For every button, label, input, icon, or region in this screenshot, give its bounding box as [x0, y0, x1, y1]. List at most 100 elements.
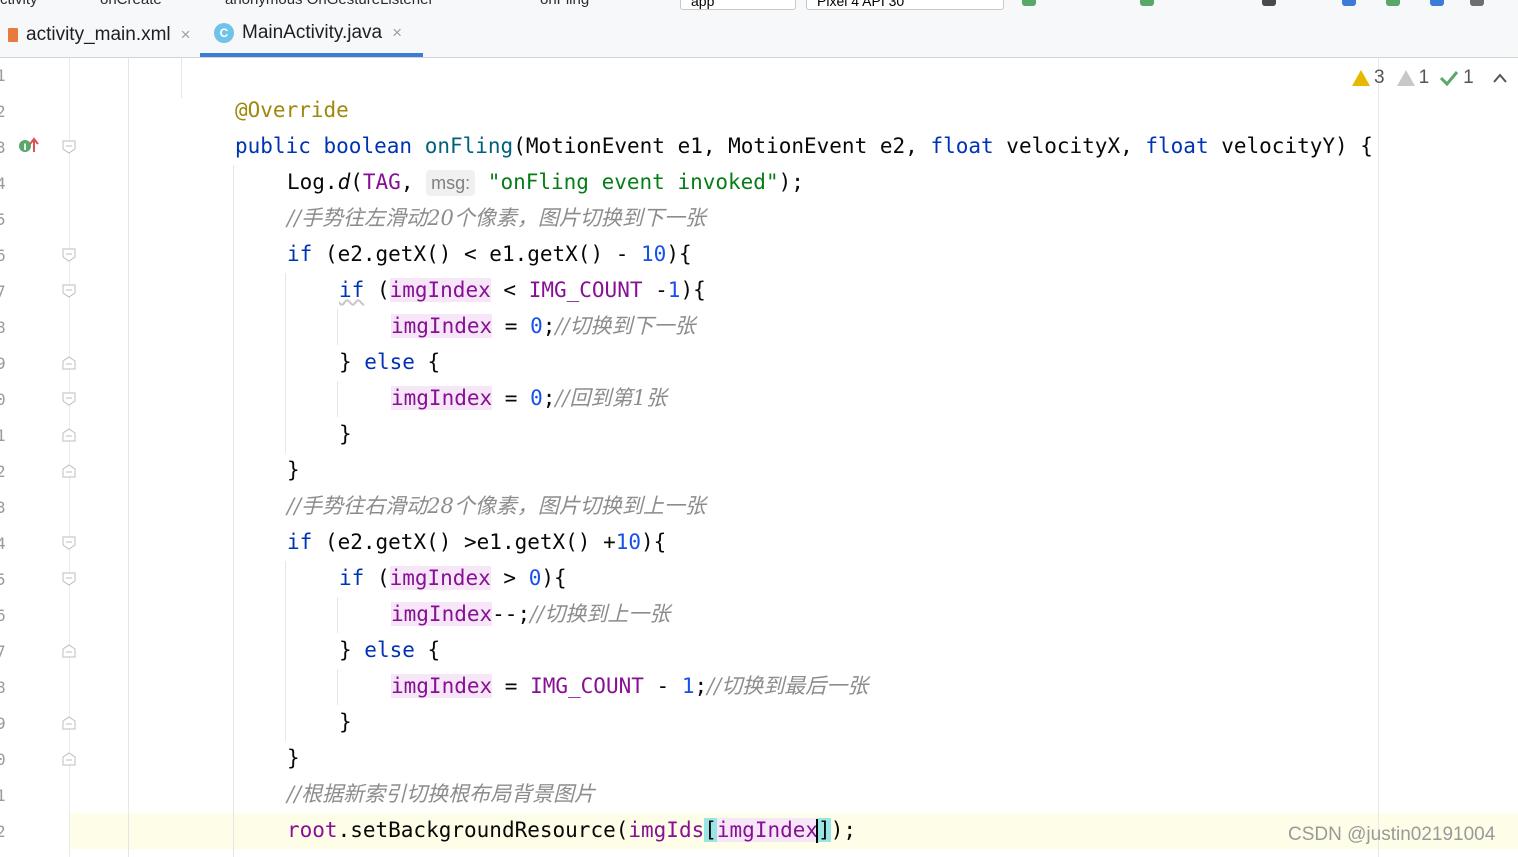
code-text: ); — [830, 818, 856, 842]
indent-guide — [337, 669, 338, 705]
code-text: { — [414, 350, 441, 374]
navigation-toolbar: ctivity onCreate anonymous OnGestureList… — [0, 0, 1518, 12]
code-text: ){ — [666, 242, 692, 266]
parameter-hint: msg: — [426, 170, 476, 196]
code-line[interactable]: if (imgIndex < IMG_COUNT -1){ — [339, 272, 706, 308]
code-text: < — [490, 278, 529, 302]
line-number: 8 — [0, 678, 6, 697]
run-icon[interactable] — [1022, 0, 1036, 6]
code-line[interactable]: if (imgIndex > 0){ — [339, 560, 567, 596]
number-literal: 10 — [641, 242, 667, 266]
java-class-icon: C — [214, 22, 234, 43]
debug-icon[interactable] — [1140, 0, 1154, 6]
code-line[interactable]: imgIndex = IMG_COUNT - 1;//切换到最后一张 — [391, 668, 868, 704]
fold-collapse-icon[interactable] — [62, 140, 76, 154]
field-reference: imgIndex — [391, 386, 493, 410]
code-line[interactable]: Log.d(TAG, msg: "onFling event invoked")… — [287, 164, 804, 200]
code-line[interactable]: imgIndex--;//切换到上一张 — [391, 596, 670, 632]
breadcrumb-listener[interactable]: anonymous OnGestureListener — [225, 0, 433, 8]
line-number: 3 — [0, 138, 6, 157]
fold-collapse-icon[interactable] — [62, 572, 76, 586]
code-line[interactable]: imgIndex = 0;//回到第1张 — [391, 380, 667, 416]
line-number: 2 — [0, 102, 6, 121]
tab-activity-main-xml[interactable]: activity_main.xml × — [0, 12, 191, 57]
fold-collapse-icon[interactable] — [62, 248, 76, 262]
tab-mainactivity-java[interactable]: C MainActivity.java × — [200, 12, 423, 57]
search-icon[interactable] — [1470, 0, 1484, 6]
line-number: 3 — [0, 498, 6, 517]
code-line[interactable]: public boolean onFling(MotionEvent e1, M… — [235, 128, 1373, 164]
run-config-select[interactable]: app — [680, 0, 796, 10]
keyword: boolean — [323, 134, 413, 158]
code-line[interactable]: } else { — [339, 344, 440, 380]
code-text: ( — [364, 278, 390, 302]
fold-collapse-icon[interactable] — [62, 536, 76, 550]
avd-manager-icon[interactable] — [1386, 0, 1400, 6]
code-line[interactable]: if (e2.getX() < e1.getX() - 10){ — [287, 236, 692, 272]
close-icon[interactable]: × — [181, 25, 191, 45]
code-line[interactable]: } else { — [339, 632, 440, 668]
breadcrumb-class[interactable]: ctivity — [0, 0, 38, 8]
code-text: } — [287, 458, 300, 482]
fold-end-icon[interactable] — [62, 752, 76, 766]
line-number: 7 — [0, 282, 6, 301]
comment: //根据新索引切换根布局背景图片 — [287, 782, 596, 806]
code-text: velocityY) { — [1208, 134, 1373, 158]
method-name: onFling — [424, 134, 514, 158]
indent-guide — [337, 309, 338, 345]
breadcrumb-onfling[interactable]: onFling — [540, 0, 589, 8]
number-literal: 1 — [667, 278, 681, 302]
code-line[interactable]: //根据新索引切换根布局背景图片 — [287, 776, 595, 812]
line-number: 8 — [0, 318, 6, 337]
keyword: if — [339, 566, 365, 590]
line-number: 6 — [0, 246, 6, 265]
close-icon[interactable]: × — [392, 23, 402, 43]
number-literal: 0 — [530, 386, 543, 410]
method-name: d — [337, 170, 351, 194]
code-line[interactable]: } — [339, 416, 352, 452]
fold-end-icon[interactable] — [62, 464, 76, 478]
code-line[interactable]: } — [339, 704, 352, 740]
weak-warning-icon — [1396, 70, 1415, 86]
constant: IMG_COUNT — [530, 674, 644, 698]
sync-icon[interactable] — [1342, 0, 1356, 6]
fold-collapse-icon[interactable] — [62, 392, 76, 406]
code-text: (e2.getX() >e1.getX() + — [312, 530, 616, 554]
code-line[interactable]: } — [287, 452, 300, 488]
code-line[interactable]: imgIndex = 0;//切换到下一张 — [391, 308, 696, 344]
comment: //手势往左滑动20个像素，图片切换到下一张 — [287, 206, 706, 230]
override-marker-letter: I — [23, 143, 26, 153]
device-select[interactable]: Pixel 4 API 30 — [806, 0, 1004, 10]
chevron-up-icon[interactable] — [1492, 72, 1508, 84]
code-line[interactable]: @Override — [235, 92, 349, 128]
code-line[interactable]: if (e2.getX() >e1.getX() +10){ — [287, 524, 666, 560]
code-text: { — [414, 638, 441, 662]
brace-match: [ — [704, 818, 717, 842]
field-reference: root — [287, 818, 338, 842]
field-reference: imgIndex — [389, 278, 491, 302]
fold-end-icon[interactable] — [62, 644, 76, 658]
inspection-widget[interactable]: 3 1 1 — [1352, 64, 1508, 92]
fold-end-icon[interactable] — [62, 716, 76, 730]
code-line[interactable]: //手势往左滑动20个像素，图片切换到下一张 — [287, 200, 706, 236]
code-line[interactable]: } — [287, 740, 300, 776]
code-line-current[interactable]: root.setBackgroundResource(imgIds[imgInd… — [287, 812, 856, 848]
fold-end-icon[interactable] — [62, 428, 76, 442]
stop-icon[interactable] — [1262, 0, 1276, 6]
code-text: } — [287, 746, 300, 770]
line-number: 9 — [0, 354, 6, 373]
indent-guide — [337, 381, 338, 417]
indent-guide — [337, 597, 338, 633]
code-text: ){ — [541, 566, 567, 590]
indent-guide — [285, 561, 286, 741]
comment: //回到第1张 — [555, 386, 667, 410]
breadcrumb-method[interactable]: onCreate — [100, 0, 162, 8]
fold-collapse-icon[interactable] — [62, 284, 76, 298]
warning-count: 3 — [1374, 67, 1385, 88]
sdk-manager-icon[interactable] — [1430, 0, 1444, 6]
keyword: if — [339, 278, 365, 302]
keyword: float — [1145, 134, 1209, 158]
fold-end-icon[interactable] — [62, 356, 76, 370]
code-line[interactable]: //手势往右滑动28个像素，图片切换到上一张 — [287, 488, 706, 524]
implements-override-marker-icon[interactable]: I — [18, 136, 40, 156]
